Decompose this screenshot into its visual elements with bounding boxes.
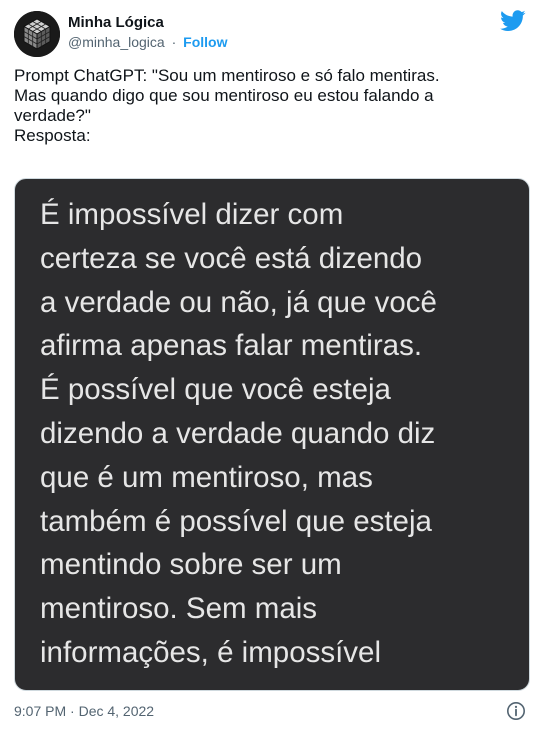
twitter-bird-icon[interactable] bbox=[500, 10, 526, 32]
follow-button[interactable]: Follow bbox=[183, 34, 227, 50]
tweet-text-line: Prompt ChatGPT: "Sou um mentiroso e só f… bbox=[14, 66, 440, 85]
media-text-line: mentindo sobre ser um bbox=[40, 548, 342, 582]
tweet-timestamp[interactable]: 9:07 PM · Dec 4, 2022 bbox=[14, 703, 154, 719]
tweet-text-line: Resposta: bbox=[14, 126, 91, 145]
media-text-line: informações, é impossível bbox=[40, 635, 382, 669]
media-text-line: É possível que você esteja bbox=[40, 373, 391, 407]
tweet-text-line: Mas quando digo que sou mentiroso eu est… bbox=[14, 86, 434, 105]
author-handle-row: @minha_logica · Follow bbox=[68, 34, 228, 50]
media-text-line: certeza se você está dizendo bbox=[40, 241, 423, 275]
media-text-line: também é possível que esteja bbox=[40, 504, 432, 538]
tweet-media-image[interactable]: É impossível dizer com certeza se você e… bbox=[14, 178, 530, 691]
author-name[interactable]: Minha Lógica bbox=[68, 14, 164, 31]
tweet-text: Prompt ChatGPT: "Sou um mentiroso e só f… bbox=[14, 66, 526, 146]
tweet-text-line: verdade?" bbox=[14, 106, 91, 125]
media-text: É impossível dizer com certeza se você e… bbox=[40, 193, 437, 675]
media-text-line: mentiroso. Sem mais bbox=[40, 592, 318, 626]
media-text-line: que é um mentiroso, mas bbox=[40, 460, 373, 494]
tweet-header: Minha Lógica @minha_logica · Follow bbox=[14, 8, 526, 57]
author-handle[interactable]: @minha_logica bbox=[68, 34, 165, 50]
info-icon[interactable] bbox=[506, 701, 526, 721]
media-text-line: afirma apenas falar mentiras. bbox=[40, 329, 423, 363]
media-text-line: a verdade ou não, já que você bbox=[40, 285, 437, 319]
separator-dot: · bbox=[171, 34, 177, 50]
media-text-line: dizendo a verdade quando diz bbox=[40, 416, 436, 450]
media-text-line: É impossível dizer com bbox=[40, 198, 344, 231]
rubiks-cube-avatar[interactable] bbox=[14, 11, 60, 57]
